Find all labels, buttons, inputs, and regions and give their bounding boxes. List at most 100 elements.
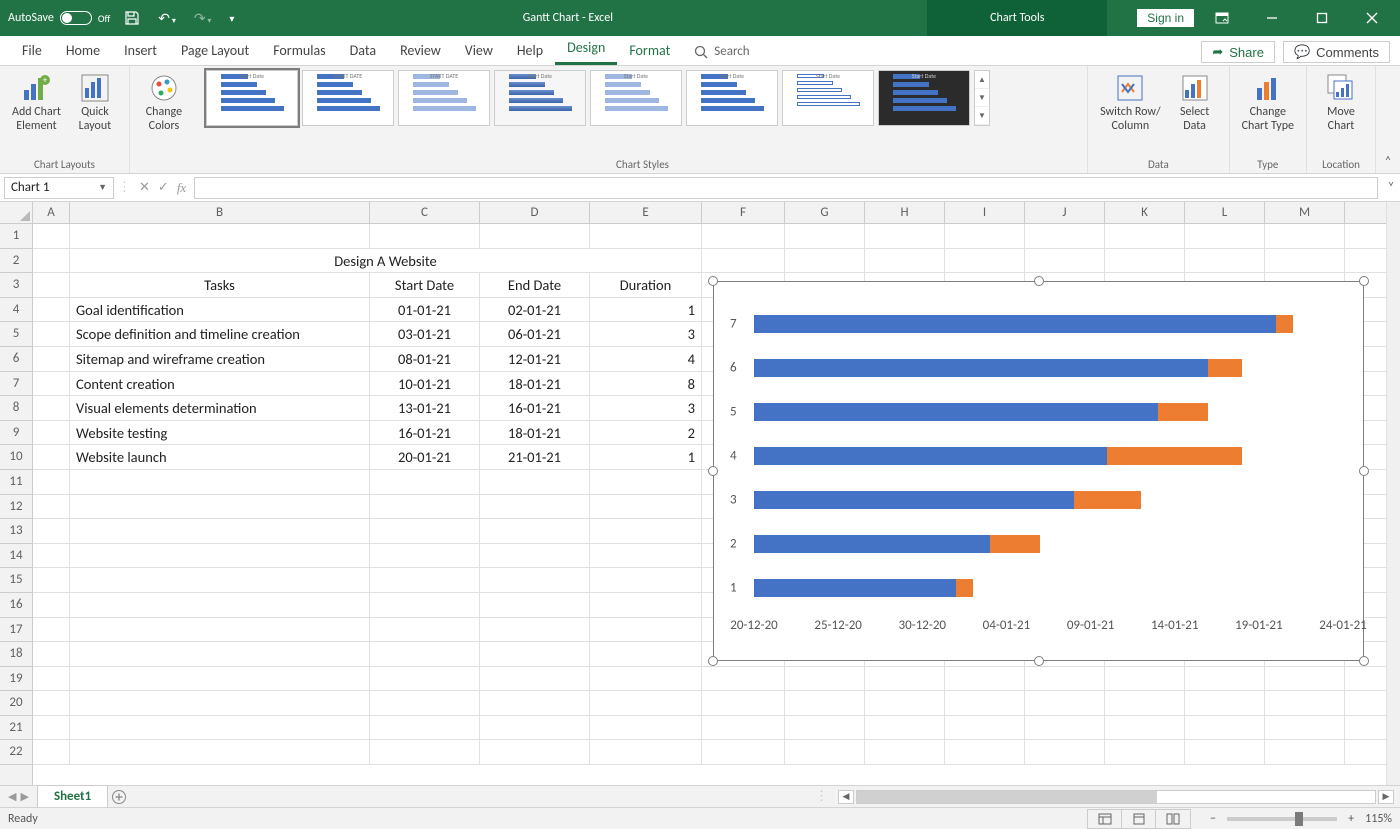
cell[interactable]: 16-01-21 [370,421,480,445]
cell[interactable] [1185,224,1265,248]
cell[interactable] [70,224,370,248]
view-switcher[interactable] [1087,809,1191,829]
column-header[interactable]: I [945,202,1025,223]
worksheet-grid[interactable]: ABCDEFGHIJKLM 12345678910111213141516171… [0,202,1400,785]
cell[interactable] [945,224,1025,248]
cell[interactable] [590,740,702,764]
gallery-more-icon[interactable]: ▼ [975,107,989,125]
row-header[interactable]: 19 [0,667,32,692]
cell[interactable]: 01-01-21 [370,298,480,322]
chart-bar[interactable] [754,532,1343,556]
cell[interactable] [1265,249,1345,273]
chart-style-thumb[interactable]: START DATE [398,70,490,126]
resize-handle[interactable] [708,656,718,666]
cell[interactable] [33,249,70,273]
column-header[interactable]: E [590,202,702,223]
chart-style-thumb[interactable]: START DATE [302,70,394,126]
chart-bar-segment[interactable] [990,535,1040,553]
cell[interactable] [33,396,70,420]
cell[interactable] [480,470,590,494]
cell[interactable] [70,470,370,494]
expand-formula-bar-icon[interactable]: ˅ [1382,180,1400,195]
row-header[interactable]: 13 [0,519,32,544]
chart-bar-segment[interactable] [754,491,1074,509]
chart-bar[interactable] [754,576,1343,600]
chart-bar-segment[interactable] [754,447,1107,465]
cell[interactable]: 8 [590,372,702,396]
cell[interactable] [70,519,370,543]
enter-formula-icon[interactable]: ✓ [158,180,169,195]
gallery-scroll[interactable]: ▲▼▼ [974,70,990,126]
chart-style-thumb[interactable]: Start Date [494,70,586,126]
cell[interactable] [33,322,70,346]
cell[interactable]: Duration [590,273,702,297]
resize-handle[interactable] [1359,276,1369,286]
cell[interactable] [702,740,785,764]
cell[interactable] [1025,249,1105,273]
cell[interactable]: Sitemap and wireframe creation [70,347,370,371]
cell[interactable] [590,716,702,740]
cell[interactable] [370,667,480,691]
cell[interactable] [33,445,70,469]
cell[interactable] [370,470,480,494]
maximize-icon[interactable] [1300,0,1344,36]
cell[interactable]: 2 [590,421,702,445]
cell[interactable] [590,470,702,494]
normal-view-icon[interactable] [1088,810,1122,828]
cell[interactable] [70,667,370,691]
scroll-left-icon[interactable]: ◀ [838,790,854,804]
cell[interactable] [33,642,70,666]
ribbon-display-icon[interactable] [1200,0,1244,36]
cell[interactable] [785,249,865,273]
column-header[interactable]: A [33,202,70,223]
cell[interactable]: 4 [590,347,702,371]
quick-layout-button[interactable]: Quick Layout [69,70,121,136]
zoom-slider[interactable] [1227,817,1337,821]
cell[interactable]: 08-01-21 [370,347,480,371]
cell[interactable] [1265,740,1345,764]
chart-bar-segment[interactable] [754,403,1158,421]
ribbon-tab-design[interactable]: Design [555,33,617,65]
cell[interactable] [33,593,70,617]
cell[interactable] [590,544,702,568]
cell[interactable] [785,716,865,740]
cell[interactable] [1185,249,1265,273]
cell[interactable] [1025,691,1105,715]
chart-bar-segment[interactable] [754,579,956,597]
cell[interactable]: 18-01-21 [480,421,590,445]
cell[interactable] [70,544,370,568]
row-header[interactable]: 7 [0,372,32,397]
cell[interactable] [33,273,70,297]
chart-bar-segment[interactable] [1208,359,1242,377]
cell[interactable] [480,224,590,248]
resize-handle[interactable] [1359,656,1369,666]
zoom-out-icon[interactable]: − [1205,812,1221,826]
cell[interactable] [590,224,702,248]
row-header[interactable]: 20 [0,691,32,716]
autosave-toggle[interactable]: AutoSave Off [8,11,110,25]
row-header[interactable]: 5 [0,322,32,347]
cell[interactable] [480,691,590,715]
cell[interactable] [590,667,702,691]
cell[interactable] [945,740,1025,764]
cell[interactable] [480,495,590,519]
cell[interactable] [480,667,590,691]
ribbon-tab-help[interactable]: Help [505,36,555,65]
horizontal-scrollbar[interactable]: ⋮ ◀ ▶ [815,789,1400,804]
cell[interactable]: 1 [590,445,702,469]
move-chart-button[interactable]: Move Chart [1315,70,1367,136]
cell[interactable] [865,224,945,248]
chart-bar[interactable] [754,356,1343,380]
cell[interactable] [33,618,70,642]
column-header[interactable]: J [1025,202,1105,223]
cell[interactable]: 3 [590,322,702,346]
cell[interactable] [480,544,590,568]
chart-style-thumb[interactable]: Start Date [686,70,778,126]
column-header[interactable]: D [480,202,590,223]
undo-icon[interactable]: ↶ ▾ [154,10,180,27]
cell[interactable] [70,593,370,617]
vertical-scrollbar[interactable] [1386,202,1400,785]
cell[interactable] [480,642,590,666]
cell[interactable] [865,667,945,691]
cell[interactable]: Content creation [70,372,370,396]
